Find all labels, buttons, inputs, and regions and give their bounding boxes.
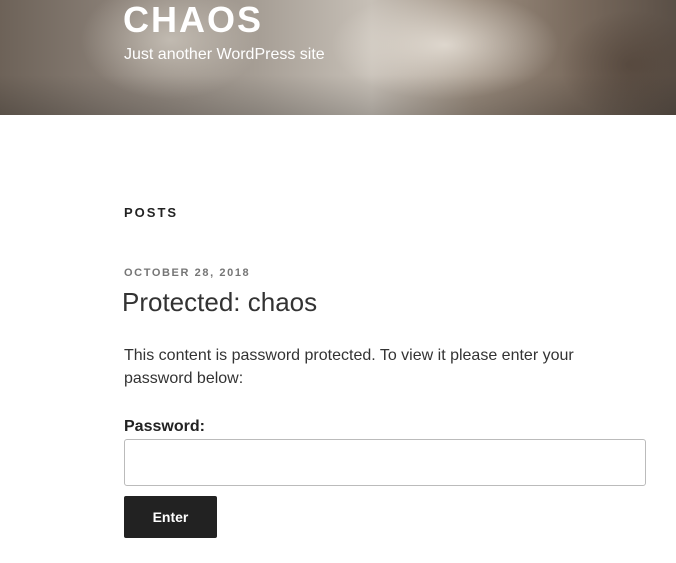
post-title[interactable]: Protected: chaos bbox=[122, 286, 317, 318]
page-heading: POSTS bbox=[124, 205, 179, 220]
post-date[interactable]: OCTOBER 28, 2018 bbox=[124, 267, 250, 279]
password-label: Password: bbox=[124, 418, 205, 435]
site-header: CHAOS Just another WordPress site bbox=[0, 0, 676, 115]
site-tagline: Just another WordPress site bbox=[124, 46, 325, 63]
header-image-shade bbox=[0, 75, 676, 115]
enter-button[interactable]: Enter bbox=[124, 496, 217, 538]
site-title[interactable]: CHAOS bbox=[123, 0, 263, 40]
protected-message: This content is password protected. To v… bbox=[124, 347, 574, 387]
password-input[interactable] bbox=[124, 439, 646, 486]
